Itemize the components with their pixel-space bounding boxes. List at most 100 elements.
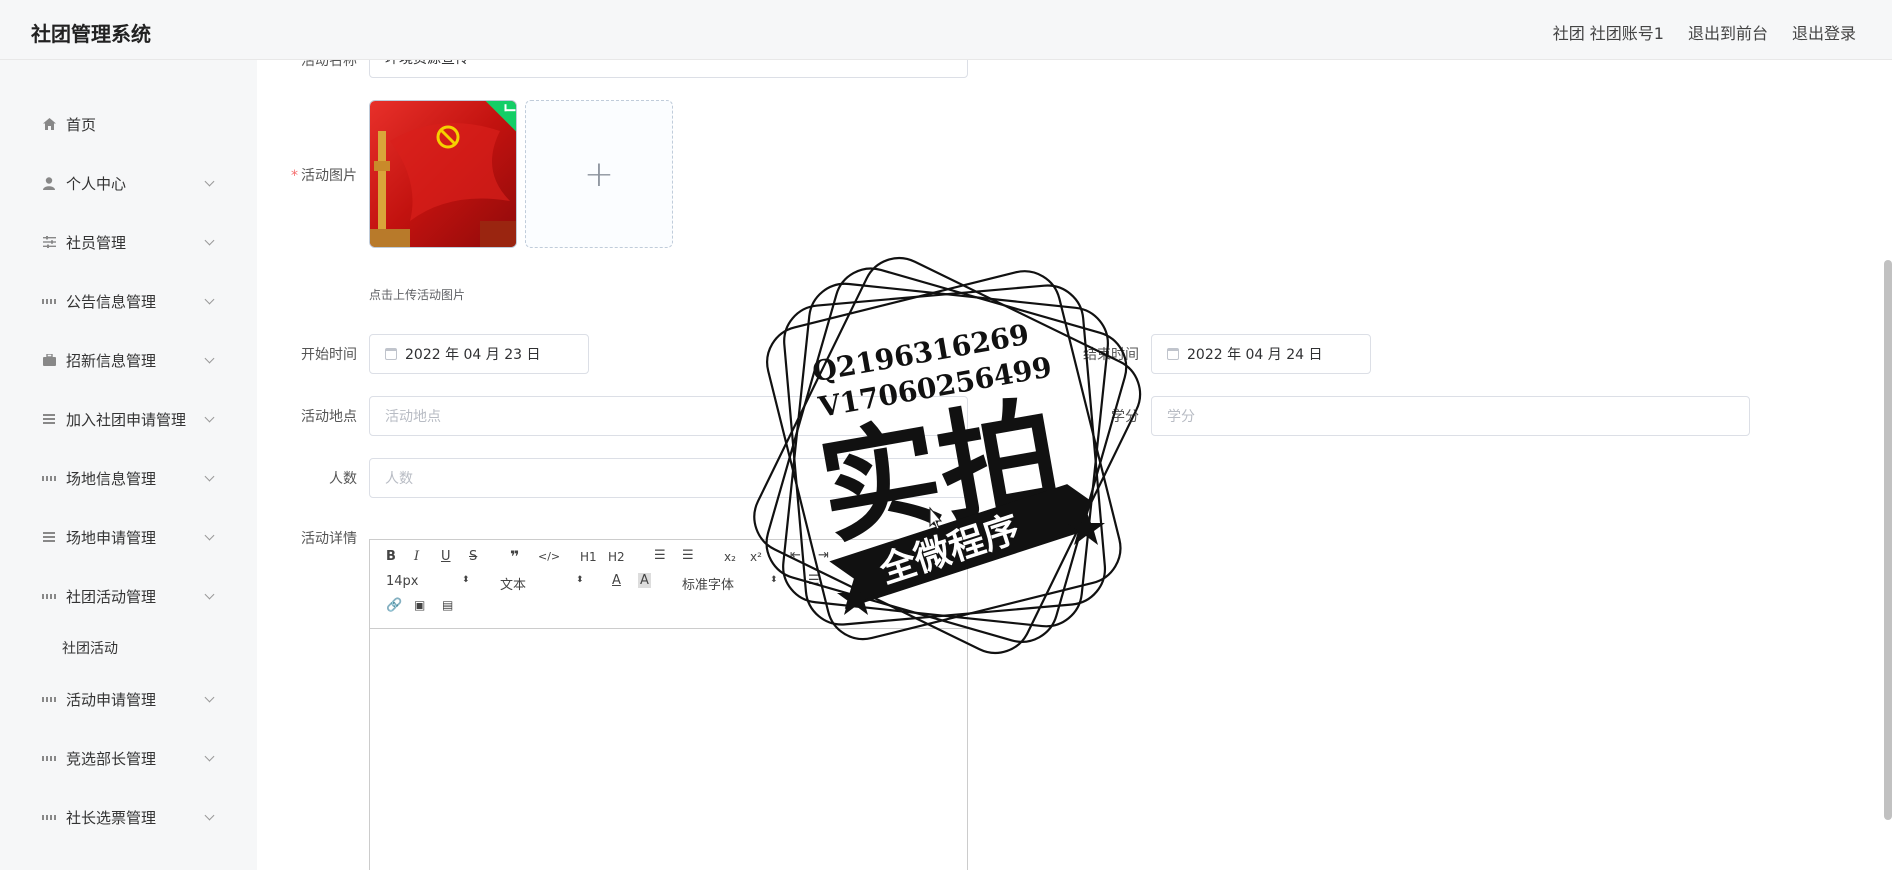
chevron-down-icon	[204, 353, 215, 363]
user-icon	[42, 176, 56, 190]
end-time-label: 结束时间	[1083, 347, 1139, 363]
chevron-down-icon	[204, 692, 215, 702]
calendar-icon	[385, 348, 397, 360]
font-family-select[interactable]: 标准字体	[682, 574, 734, 593]
subscript-icon[interactable]: x₂	[724, 550, 736, 564]
sidebar-item-home[interactable]: 首页	[0, 104, 257, 144]
background-color-icon[interactable]: A	[638, 573, 651, 588]
app-title: 社团管理系统	[31, 22, 151, 46]
ordered-list-icon[interactable]: ☰	[654, 548, 666, 563]
credit-input[interactable]: 学分	[1151, 396, 1750, 436]
start-time-label: 开始时间	[301, 347, 357, 363]
sidebar-item-venue-apply[interactable]: 场地申请管理	[0, 517, 257, 557]
header-2-icon[interactable]: H2	[608, 550, 625, 564]
activity-name-input[interactable]: 环境资源宣传	[369, 60, 968, 78]
people-input[interactable]: 人数	[369, 458, 968, 498]
outdent-icon[interactable]: ⇤	[790, 548, 801, 563]
end-time-value: 2022 年 04 月 24 日	[1187, 347, 1323, 363]
chevron-down-icon	[204, 176, 215, 186]
uploaded-image-thumbnail[interactable]	[369, 100, 517, 248]
sidebar-item-label: 场地信息管理	[66, 469, 157, 488]
activity-image-label: * 活动图片	[291, 168, 357, 184]
upload-image-button[interactable]: +	[525, 100, 673, 248]
indent-icon[interactable]: ⇥	[818, 548, 829, 563]
submenu-item-label: 社团活动	[62, 641, 118, 657]
select-arrows-icon: ⬍	[770, 575, 778, 585]
chevron-down-icon	[204, 294, 215, 304]
sidebar-item-join-apply[interactable]: 加入社团申请管理	[0, 399, 257, 439]
detail-label: 活动详情	[301, 531, 357, 547]
list-icon	[42, 412, 56, 426]
underline-icon[interactable]: U	[441, 549, 451, 564]
sidebar-item-minister-election[interactable]: 竞选部长管理	[0, 738, 257, 778]
sidebar-item-recruit[interactable]: 招新信息管理	[0, 340, 257, 380]
font-color-icon[interactable]: A	[612, 573, 621, 588]
people-label: 人数	[329, 471, 357, 487]
code-icon[interactable]: </>	[538, 550, 560, 563]
sidebar-item-label: 竞选部长管理	[66, 749, 157, 768]
font-size-select[interactable]: 14px	[386, 574, 419, 589]
chevron-down-icon	[204, 530, 215, 540]
home-icon	[42, 117, 56, 131]
link-icon[interactable]: 🔗	[386, 598, 402, 613]
header-1-icon[interactable]: H1	[580, 550, 597, 564]
sidebar-item-venue-info[interactable]: 场地信息管理	[0, 458, 257, 498]
page-scrollbar[interactable]	[1884, 260, 1892, 820]
submenu-item-club-activity[interactable]: 社团活动	[0, 628, 257, 668]
sidebar-item-club-activity[interactable]: 社团活动管理	[0, 576, 257, 616]
chevron-down-icon	[204, 751, 215, 761]
editor-toolbar: B I U S ❞ </> H1 H2 ☰ ☰ x₂ x² ⇤ ⇥ 14px ⬍…	[370, 540, 967, 629]
exit-to-front-link[interactable]: 退出到前台	[1688, 20, 1768, 44]
chevron-down-icon	[204, 810, 215, 820]
rich-text-editor: B I U S ❞ </> H1 H2 ☰ ☰ x₂ x² ⇤ ⇥ 14px ⬍…	[369, 539, 968, 870]
list-icon	[42, 530, 56, 544]
sidebar-item-label: 社长选票管理	[66, 808, 157, 827]
credit-label: 学分	[1111, 409, 1139, 425]
align-icon[interactable]: ☰	[808, 573, 820, 588]
sidebar-item-label: 社团活动管理	[66, 587, 157, 606]
bullet-list-icon[interactable]: ☰	[682, 548, 694, 563]
sidebar-item-activity-apply[interactable]: 活动申请管理	[0, 679, 257, 719]
sliders-icon	[42, 235, 56, 249]
sidebar-item-label: 首页	[66, 115, 97, 134]
plus-icon: +	[583, 153, 615, 195]
grid-icon	[42, 589, 56, 603]
sidebar: 首页 个人中心 社员管理 公告信息管理 招新信息管理 加入社团申请管理 场地信息…	[0, 60, 257, 870]
select-arrows-icon: ⬍	[576, 575, 584, 585]
grid-icon	[42, 751, 56, 765]
blockquote-icon[interactable]: ❞	[510, 547, 519, 566]
grid-icon	[42, 810, 56, 824]
top-header: 社团管理系统 社团 社团账号1 退出到前台 退出登录	[0, 0, 1892, 60]
video-icon[interactable]: ▤	[442, 598, 453, 612]
sidebar-item-label: 公告信息管理	[66, 292, 157, 311]
text-type-select[interactable]: 文本	[500, 574, 526, 593]
strikethrough-icon[interactable]: S	[469, 549, 477, 564]
sidebar-item-notice[interactable]: 公告信息管理	[0, 281, 257, 321]
chevron-down-icon	[204, 471, 215, 481]
sidebar-item-members[interactable]: 社员管理	[0, 222, 257, 262]
sidebar-item-personal[interactable]: 个人中心	[0, 163, 257, 203]
chevron-down-icon	[204, 412, 215, 422]
location-label: 活动地点	[301, 409, 357, 425]
end-time-picker[interactable]: 2022 年 04 月 24 日	[1151, 334, 1371, 374]
calendar-icon	[1167, 348, 1179, 360]
header-links: 社团 社团账号1 退出到前台 退出登录	[1553, 20, 1856, 44]
start-time-value: 2022 年 04 月 23 日	[405, 347, 541, 363]
start-time-picker[interactable]: 2022 年 04 月 23 日	[369, 334, 589, 374]
main-content: 活动名称 环境资源宣传 *活动图片 + 点击上传活动图片 开始时间	[257, 60, 1892, 870]
logout-link[interactable]: 退出登录	[1792, 20, 1856, 44]
italic-icon[interactable]: I	[414, 549, 419, 564]
sidebar-item-label: 个人中心	[66, 174, 127, 193]
image-icon[interactable]: ▣	[414, 598, 425, 612]
activity-name-label: 活动名称	[301, 60, 357, 69]
grid-icon	[42, 294, 56, 308]
chevron-down-icon	[204, 589, 215, 599]
superscript-icon[interactable]: x²	[750, 550, 762, 564]
current-user-label[interactable]: 社团 社团账号1	[1553, 20, 1664, 44]
grid-icon	[42, 692, 56, 706]
bold-icon[interactable]: B	[386, 549, 396, 564]
sidebar-item-label: 场地申请管理	[66, 528, 157, 547]
location-input[interactable]: 活动地点	[369, 396, 968, 436]
grid-icon	[42, 471, 56, 485]
sidebar-item-president-vote[interactable]: 社长选票管理	[0, 797, 257, 837]
